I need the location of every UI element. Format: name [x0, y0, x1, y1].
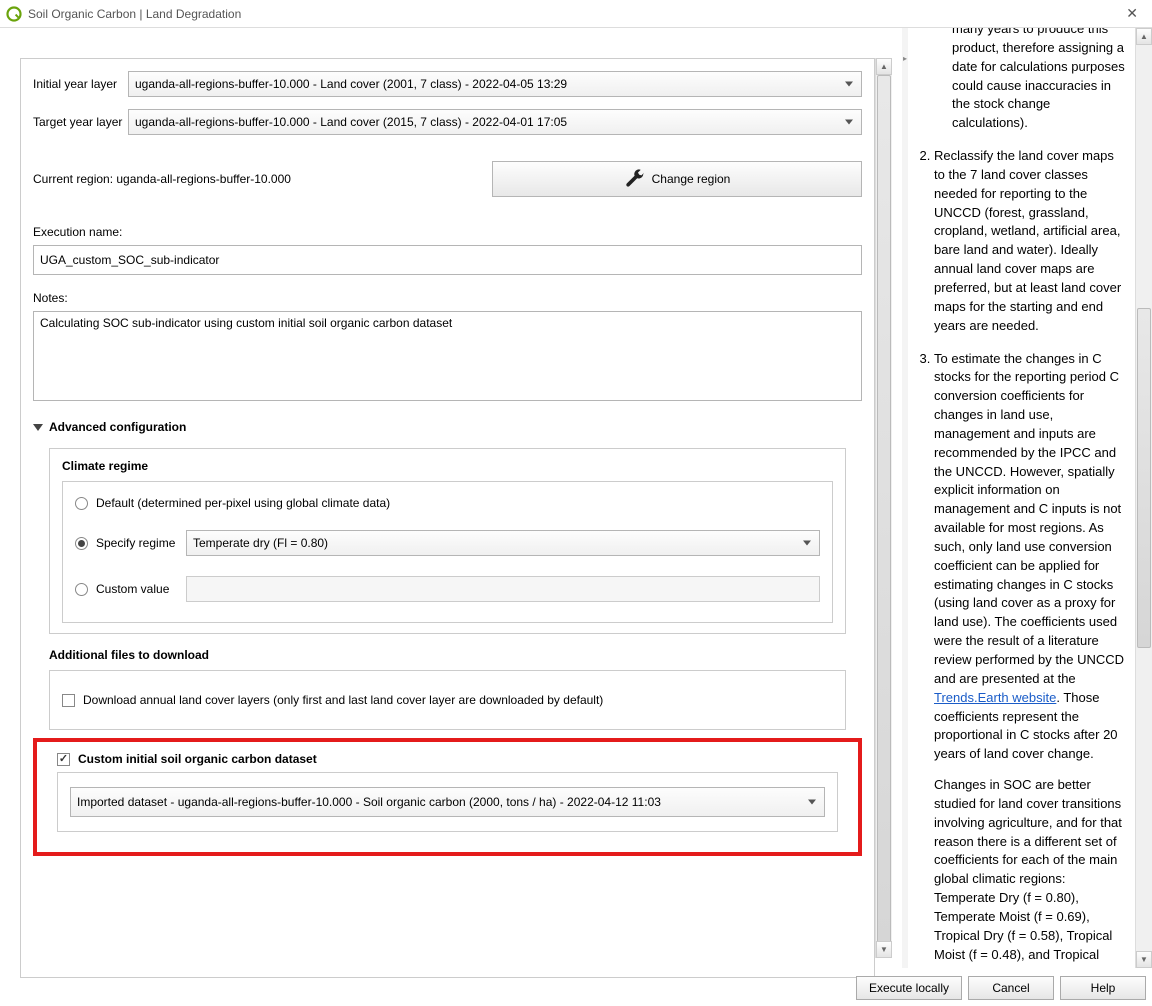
- form-container: Initial year layer uganda-all-regions-bu…: [20, 58, 875, 978]
- trends-earth-link[interactable]: Trends.Earth website: [934, 690, 1056, 705]
- custom-soc-title: Custom initial soil organic carbon datas…: [78, 752, 317, 766]
- regime-specify-row[interactable]: Specify regime Temperate dry (Fl = 0.80): [75, 530, 820, 556]
- additional-files-group: Additional files to download Download an…: [49, 648, 846, 730]
- custom-soc-checkbox[interactable]: [57, 753, 70, 766]
- climate-regime-group: Climate regime Default (determined per-p…: [49, 448, 846, 634]
- regime-custom-label: Custom value: [96, 582, 178, 596]
- change-region-button[interactable]: Change region: [492, 161, 862, 197]
- main: Initial year layer uganda-all-regions-bu…: [0, 28, 1152, 968]
- target-layer-label: Target year layer: [33, 115, 128, 129]
- window-title: Soil Organic Carbon | Land Degradation: [28, 7, 241, 21]
- download-annual-checkbox[interactable]: [62, 694, 75, 707]
- regime-specify-radio[interactable]: [75, 537, 88, 550]
- button-bar: Execute locally Cancel Help: [856, 976, 1146, 1000]
- download-annual-row[interactable]: Download annual land cover layers (only …: [62, 693, 833, 707]
- execute-button[interactable]: Execute locally: [856, 976, 962, 1000]
- custom-soc-highlight: Custom initial soil organic carbon datas…: [33, 738, 862, 856]
- help-scroll-up-icon[interactable]: ▲: [1136, 28, 1152, 45]
- help-item-3b: Changes in SOC are better studied for la…: [934, 776, 1127, 968]
- titlebar: Soil Organic Carbon | Land Degradation ✕: [0, 0, 1152, 28]
- help-item-3: To estimate the changes in C stocks for …: [934, 350, 1127, 969]
- notes-label: Notes:: [33, 291, 862, 305]
- regime-custom-radio[interactable]: [75, 583, 88, 596]
- climate-regime-title: Climate regime: [62, 459, 833, 473]
- scroll-down-icon[interactable]: ▼: [876, 941, 892, 958]
- initial-layer-value: uganda-all-regions-buffer-10.000 - Land …: [135, 77, 567, 91]
- custom-soc-value: Imported dataset - uganda-all-regions-bu…: [77, 795, 661, 809]
- help-scrollbar[interactable]: ▲ ▼: [1135, 28, 1152, 968]
- wrench-icon: [624, 168, 646, 190]
- help-scroll-down-icon[interactable]: ▼: [1136, 951, 1152, 968]
- additional-files-title: Additional files to download: [49, 648, 846, 662]
- regime-select[interactable]: Temperate dry (Fl = 0.80): [186, 530, 820, 556]
- cancel-button[interactable]: Cancel: [968, 976, 1054, 1000]
- initial-layer-label: Initial year layer: [33, 77, 128, 91]
- execution-name-input[interactable]: [33, 245, 862, 275]
- climate-regime-subgroup: Default (determined per-pixel using glob…: [62, 481, 833, 623]
- chevron-down-icon: [33, 424, 43, 431]
- scroll-up-icon[interactable]: ▲: [876, 58, 892, 75]
- help-item-1: many years to produce this product, ther…: [952, 28, 1127, 133]
- target-layer-row: Target year layer uganda-all-regions-buf…: [33, 109, 862, 135]
- regime-default-label: Default (determined per-pixel using glob…: [96, 496, 390, 510]
- regime-custom-row[interactable]: Custom value: [75, 576, 820, 602]
- initial-layer-row: Initial year layer uganda-all-regions-bu…: [33, 71, 862, 97]
- target-layer-select[interactable]: uganda-all-regions-buffer-10.000 - Land …: [128, 109, 862, 135]
- execution-name-label: Execution name:: [33, 225, 862, 239]
- left-pane: Initial year layer uganda-all-regions-bu…: [0, 28, 902, 968]
- target-layer-value: uganda-all-regions-buffer-10.000 - Land …: [135, 115, 567, 129]
- custom-soc-select[interactable]: Imported dataset - uganda-all-regions-bu…: [70, 787, 825, 817]
- regime-default-row[interactable]: Default (determined per-pixel using glob…: [75, 496, 820, 510]
- scrollbar-thumb[interactable]: [877, 75, 891, 955]
- custom-soc-check-row[interactable]: Custom initial soil organic carbon datas…: [57, 752, 848, 766]
- regime-custom-input: [186, 576, 820, 602]
- execution-name-section: Execution name:: [33, 225, 862, 275]
- left-scrollbar[interactable]: ▲ ▼: [875, 58, 892, 958]
- notes-section: Notes:: [33, 291, 862, 404]
- notes-textarea[interactable]: [33, 311, 862, 401]
- regime-default-radio[interactable]: [75, 497, 88, 510]
- regime-specify-label: Specify regime: [96, 536, 178, 550]
- region-row: Current region: uganda-all-regions-buffe…: [33, 161, 862, 197]
- initial-layer-select[interactable]: uganda-all-regions-buffer-10.000 - Land …: [128, 71, 862, 97]
- additional-files-subgroup: Download annual land cover layers (only …: [49, 670, 846, 730]
- change-region-label: Change region: [652, 172, 731, 186]
- help-pane: many years to produce this product, ther…: [908, 28, 1152, 968]
- advanced-config-title: Advanced configuration: [49, 420, 186, 434]
- help-button[interactable]: Help: [1060, 976, 1146, 1000]
- app-icon: [6, 6, 22, 22]
- help-scrollbar-thumb[interactable]: [1137, 308, 1151, 648]
- help-content: many years to produce this product, ther…: [908, 28, 1135, 968]
- download-annual-label: Download annual land cover layers (only …: [83, 693, 603, 707]
- help-item-2: Reclassify the land cover maps to the 7 …: [934, 147, 1127, 335]
- regime-value: Temperate dry (Fl = 0.80): [193, 536, 328, 550]
- custom-soc-group: Imported dataset - uganda-all-regions-bu…: [57, 772, 838, 832]
- close-icon[interactable]: ✕: [1118, 5, 1146, 22]
- advanced-config-header[interactable]: Advanced configuration: [33, 420, 862, 434]
- current-region-label: Current region: uganda-all-regions-buffe…: [33, 172, 291, 186]
